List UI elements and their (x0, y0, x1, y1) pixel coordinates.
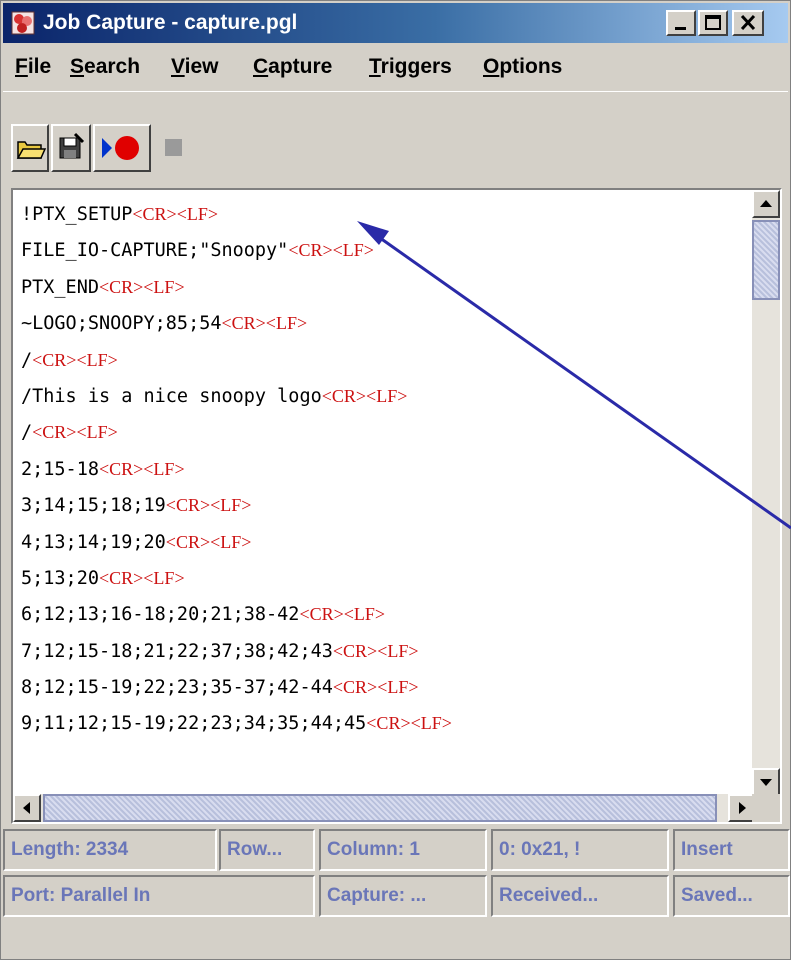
status-port: Port: Parallel In (3, 875, 315, 917)
arrow-up-icon (760, 200, 772, 207)
line-text: PTX_END (21, 276, 99, 298)
control-chars: <CR><LF> (366, 713, 452, 734)
menu-view[interactable]: View (171, 45, 219, 89)
stop-capture-button[interactable] (153, 124, 195, 172)
line-text: 4;13;14;19;20 (21, 531, 166, 553)
control-chars: <CR><LF> (321, 385, 408, 406)
editor-line: 5;13;20<CR><LF> (21, 560, 756, 596)
play-record-icon (102, 136, 139, 160)
menu-options[interactable]: Options (483, 45, 562, 89)
line-text: 9;11;12;15-19;22;23;34;35;44;45 (21, 713, 367, 735)
control-chars: <CR><LF> (98, 458, 185, 479)
line-text: 5;13;20 (21, 567, 99, 589)
window-title: Job Capture - capture.pgl (43, 11, 298, 34)
control-chars: <CR><LF> (332, 677, 419, 698)
arrow-right-icon (739, 802, 746, 814)
minimize-icon (675, 27, 686, 30)
status-row: Row... (219, 829, 315, 871)
start-capture-button[interactable] (93, 124, 151, 172)
line-text: 2;15-18 (21, 458, 99, 480)
line-text: /This is a nice snoopy logo (21, 385, 322, 407)
menu-capture[interactable]: Capture (253, 45, 332, 89)
editor-lines: !PTX_SETUP<CR><LF> FILE_IO-CAPTURE;"Snoop… (21, 196, 756, 742)
editor-line: 4;13;14;19;20<CR><LF> (21, 524, 756, 560)
vertical-scroll-thumb[interactable] (752, 220, 780, 300)
close-button[interactable] (732, 10, 764, 36)
minimize-button[interactable] (666, 10, 696, 36)
menu-file[interactable]: File (15, 45, 51, 89)
control-chars: <CR><LF> (165, 531, 252, 552)
scroll-left-button[interactable] (13, 794, 41, 822)
control-chars: <CR><LF> (32, 349, 118, 370)
arrow-left-icon (23, 802, 30, 814)
editor-line: PTX_END<CR><LF> (21, 269, 756, 305)
horizontal-scroll-thumb[interactable] (43, 794, 717, 822)
open-button[interactable] (11, 124, 49, 172)
control-chars: <CR><LF> (332, 640, 419, 661)
arrow-down-icon (760, 779, 772, 786)
menu-search[interactable]: Search (70, 45, 140, 89)
save-disk-icon (59, 132, 85, 159)
editor-line: 9;11;12;15-19;22;23;34;35;44;45<CR><LF> (21, 705, 756, 741)
status-char-code: 0: 0x21, ! (491, 829, 669, 871)
editor-line: FILE_IO-CAPTURE;"Snoopy"<CR><LF> (21, 232, 756, 268)
control-chars: <CR><LF> (32, 422, 118, 443)
vertical-scrollbar[interactable] (752, 190, 780, 796)
editor-line: 3;14;15;18;19<CR><LF> (21, 487, 756, 523)
menu-bar: File Search View Capture Triggers Option… (3, 45, 788, 89)
scroll-down-button[interactable] (752, 768, 780, 796)
capture-text-editor[interactable]: !PTX_SETUP<CR><LF> FILE_IO-CAPTURE;"Snoop… (11, 188, 782, 824)
status-saved: Saved... (673, 875, 790, 917)
line-text: 3;14;15;18;19 (21, 495, 166, 517)
line-text: !PTX_SETUP (21, 204, 133, 225)
app-icon (11, 11, 35, 35)
open-folder-icon (16, 141, 47, 159)
status-column: Column: 1 (319, 829, 487, 871)
control-chars: <CR><LF> (98, 567, 185, 588)
line-text: ~LOGO;SNOOPY;85;54 (21, 313, 222, 335)
control-chars: <CR><LF> (221, 313, 308, 334)
toolbar (3, 91, 788, 186)
title-bar[interactable]: Job Capture - capture.pgl (3, 3, 788, 43)
editor-line: 7;12;15-18;21;22;37;38;42;43<CR><LF> (21, 633, 756, 669)
editor-line: ~LOGO;SNOOPY;85;54<CR><LF> (21, 305, 756, 341)
line-text: 6;12;13;16-18;20;21;38-42 (21, 604, 300, 626)
maximize-button[interactable] (698, 10, 728, 36)
menu-triggers[interactable]: Triggers (369, 45, 452, 89)
line-text: FILE_IO-CAPTURE;"Snoopy" (21, 240, 289, 262)
editor-line: !PTX_SETUP<CR><LF> (21, 196, 756, 232)
save-button[interactable] (51, 124, 91, 172)
control-chars: <CR><LF> (132, 204, 219, 224)
editor-line: 2;15-18<CR><LF> (21, 451, 756, 487)
status-length: Length: 2334 (3, 829, 217, 871)
editor-line: 6;12;13;16-18;20;21;38-42<CR><LF> (21, 596, 756, 632)
editor-line: 8;12;15-19;22;23;35-37;42-44<CR><LF> (21, 669, 756, 705)
status-bar: Length: 2334 Row... Column: 1 0: 0x21, !… (1, 827, 791, 961)
control-chars: <CR><LF> (165, 495, 252, 516)
line-text: / (21, 349, 33, 371)
status-insert-mode: Insert (673, 829, 790, 871)
editor-line: /<CR><LF> (21, 414, 756, 450)
scroll-up-button[interactable] (752, 190, 780, 218)
horizontal-scrollbar[interactable] (13, 794, 756, 822)
maximize-icon (705, 15, 721, 30)
control-chars: <CR><LF> (98, 276, 185, 297)
line-text: 7;12;15-18;21;22;37;38;42;43 (21, 640, 333, 662)
status-capture: Capture: ... (319, 875, 487, 917)
editor-line: /This is a nice snoopy logo<CR><LF> (21, 378, 756, 414)
scrollbar-corner (752, 794, 780, 822)
control-chars: <CR><LF> (299, 604, 386, 625)
status-received: Received... (491, 875, 669, 917)
control-chars: <CR><LF> (288, 240, 374, 261)
editor-line: /<CR><LF> (21, 342, 756, 378)
close-icon (740, 14, 756, 31)
job-capture-window: Job Capture - capture.pgl File Search Vi… (0, 0, 791, 960)
line-text: / (21, 422, 33, 444)
stop-icon (165, 139, 182, 156)
line-text: 8;12;15-19;22;23;35-37;42-44 (21, 677, 333, 699)
